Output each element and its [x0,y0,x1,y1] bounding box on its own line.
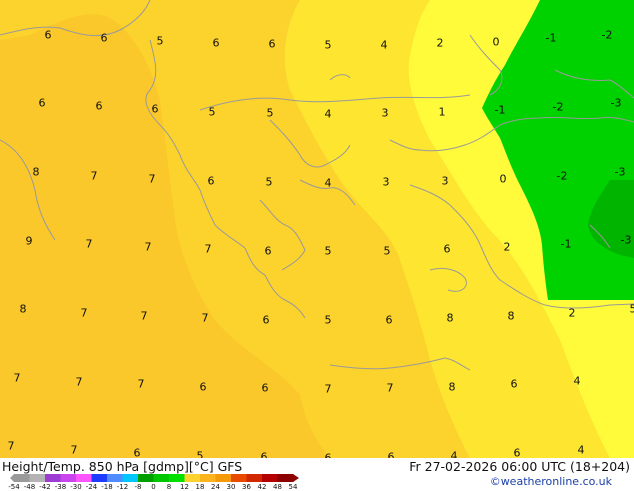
scale-swatch [107,474,123,482]
temp-value: -3 [621,234,632,247]
temp-value: -2 [602,29,613,42]
temp-value: -2 [553,101,564,114]
map-footer: Height/Temp. 850 hPa [gdmp][°C] GFS Fr 2… [0,458,634,490]
temp-value: 7 [325,383,332,396]
temp-value: -1 [561,238,572,251]
temp-value: 2 [437,37,444,50]
temp-value: 3 [383,176,390,189]
temp-value: 7 [81,307,88,320]
temp-value: -3 [611,97,622,110]
scale-swatch [200,474,216,482]
scale-swatch [216,474,232,482]
temp-value: 4 [325,177,332,190]
scale-arrow-left [10,474,14,482]
temp-value: 7 [8,440,15,453]
scale-swatch [262,474,278,482]
temp-value: 7 [14,372,21,385]
temp-value: -2 [557,170,568,183]
temp-value: 8 [508,310,515,323]
scale-swatch [231,474,247,482]
temp-value: 7 [141,310,148,323]
scale-swatch [61,474,77,482]
temp-value: 6 [96,100,103,113]
temp-value: 7 [138,378,145,391]
forecast-datetime: Fr 27-02-2026 06:00 UTC (18+204) [409,459,630,474]
temp-value: 5 [325,245,332,258]
temp-value: 6 [263,314,270,327]
temp-value: 5 [630,303,634,316]
temp-value: 6 [265,245,272,258]
temp-value: 6 [152,103,159,116]
temp-value: 4 [381,39,388,52]
temp-value: 5 [157,35,164,48]
temp-value: 8 [449,381,456,394]
temp-value: 7 [71,444,78,457]
temp-value: 6 [213,37,220,50]
temp-value: 6 [200,381,207,394]
scale-swatch [247,474,263,482]
scale-swatch [138,474,154,482]
temp-value: 6 [262,382,269,395]
temp-value: 8 [447,312,454,325]
scale-swatch [30,474,46,482]
temp-value: 7 [76,376,83,389]
temp-value: 5 [209,106,216,119]
temp-value: 6 [386,314,393,327]
temp-value: 3 [442,175,449,188]
temp-value: 6 [101,32,108,45]
temp-value: 4 [325,108,332,121]
temp-value: 0 [493,36,500,49]
temp-value: 7 [145,241,152,254]
map-canvas [0,0,634,458]
scale-swatch [76,474,92,482]
temp-value: 8 [33,166,40,179]
temp-value: 6 [269,38,276,51]
scale-swatch [45,474,61,482]
temp-value: 5 [325,39,332,52]
temp-value: 7 [91,170,98,183]
temp-value: 5 [325,314,332,327]
scale-swatch [14,474,30,482]
temp-value: 8 [20,303,27,316]
temp-value: 6 [208,175,215,188]
temp-value: 7 [202,312,209,325]
temp-value: 2 [569,307,576,320]
scale-swatch [92,474,108,482]
temp-value: 3 [382,107,389,120]
scale-swatch [123,474,139,482]
temp-value: 5 [266,176,273,189]
temp-value: 5 [267,107,274,120]
temp-value: 7 [387,382,394,395]
temp-value: 0 [500,173,507,186]
temp-value: 9 [26,235,33,248]
temp-value: 7 [149,173,156,186]
temp-value: 4 [578,444,585,457]
temp-value: 7 [86,238,93,251]
weather-map [0,0,634,458]
temp-value: -1 [546,32,557,45]
temp-value: 1 [439,106,446,119]
temp-value: -3 [615,166,626,179]
temp-value: 6 [511,378,518,391]
temp-value: -1 [495,104,506,117]
temp-value: 6 [444,243,451,256]
scale-swatch [154,474,170,482]
scale-swatch [185,474,201,482]
scale-swatch [169,474,185,482]
scale-arrow-right [293,474,299,482]
scale-swatch [278,474,294,482]
temp-value: 6 [39,97,46,110]
temp-value: 6 [45,29,52,42]
temp-value: 2 [504,241,511,254]
temp-value: 4 [574,375,581,388]
temp-value: 7 [205,243,212,256]
temp-value: 5 [384,245,391,258]
credit-link[interactable]: ©weatheronline.co.uk [490,475,612,488]
